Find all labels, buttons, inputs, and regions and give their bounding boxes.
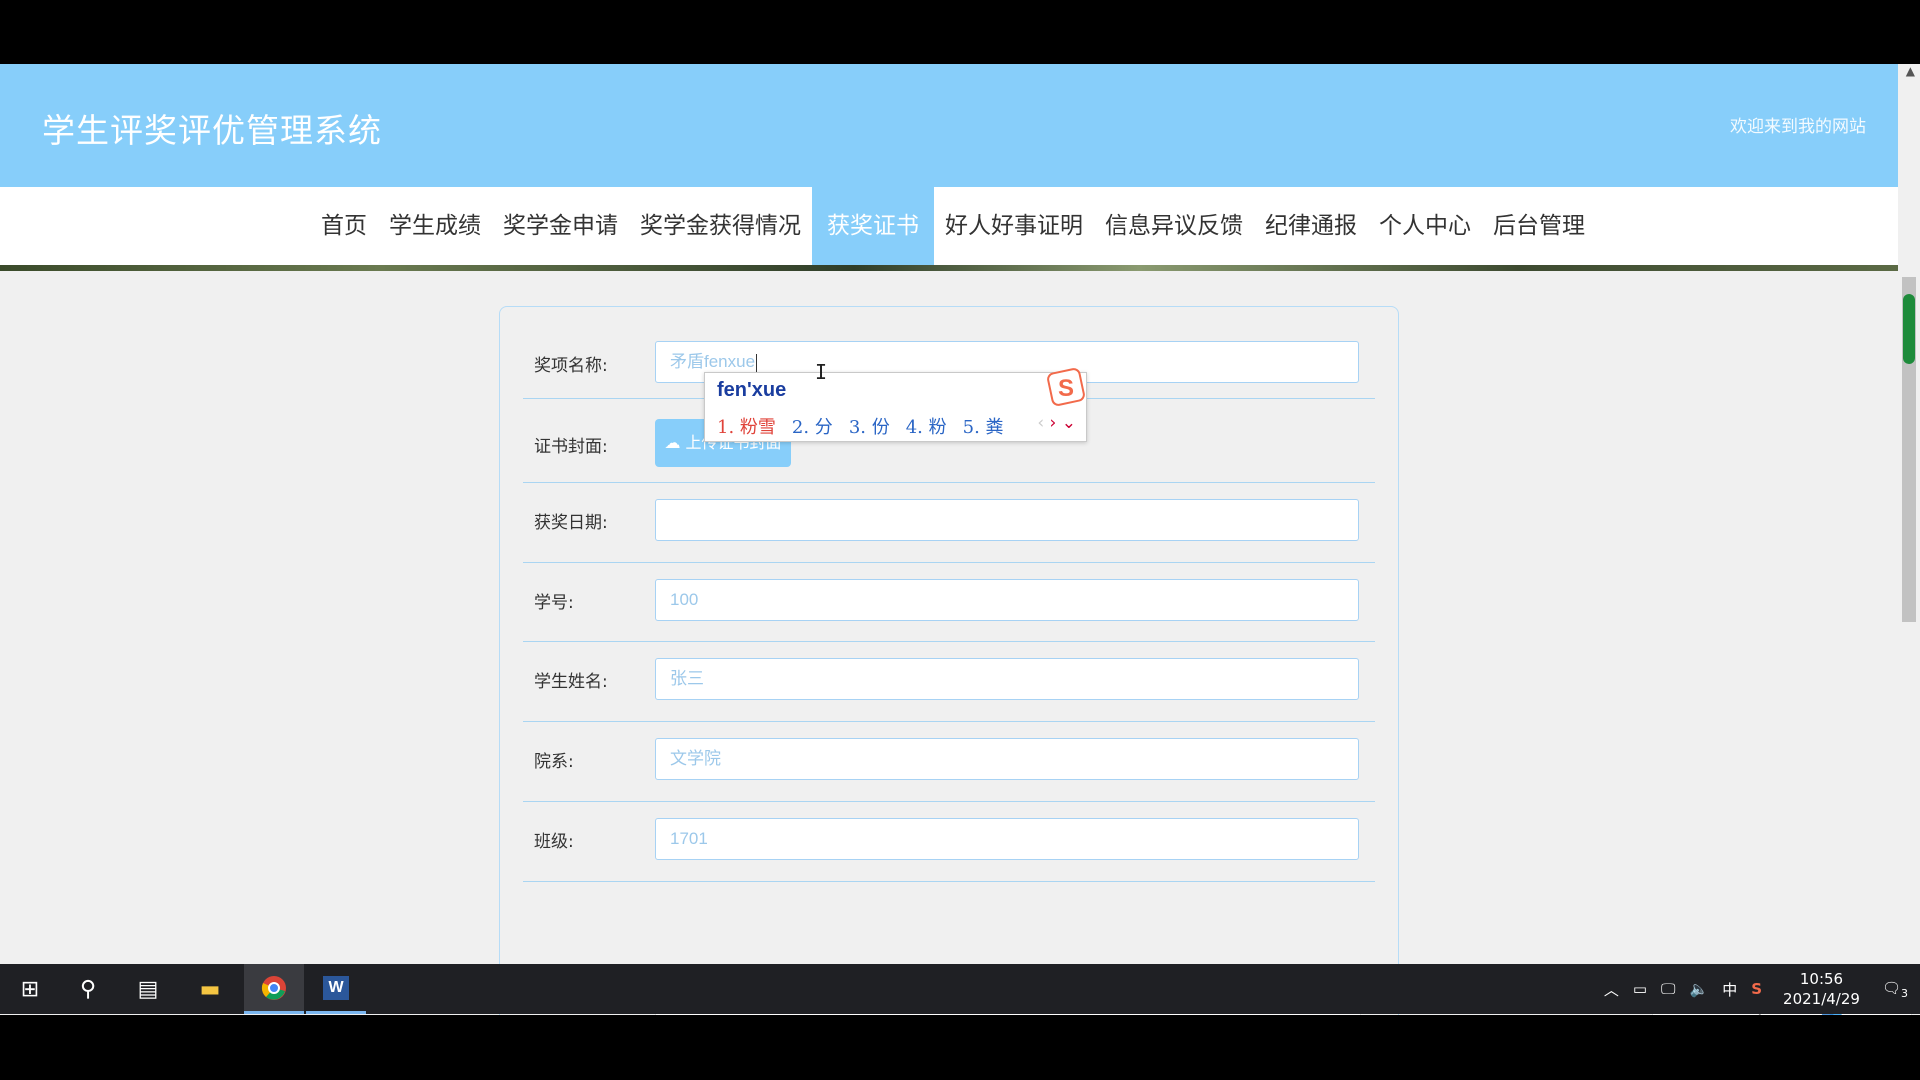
chevron-down-icon[interactable]: ⌄ [1062, 413, 1076, 433]
department-input[interactable]: 文学院 [655, 738, 1359, 780]
text-cursor-icon: I [815, 360, 828, 384]
main-nav: 首页 学生成绩 奖学金申请 奖学金获得情况 获奖证书 好人好事证明 信息异议反馈… [0, 187, 1898, 265]
browser-viewport: 学生评奖评优管理系统 欢迎来到我的网站 首页 学生成绩 奖学金申请 奖学金获得情… [0, 64, 1920, 1015]
form-row-student-no: 学号: 100 [523, 562, 1375, 642]
class-input[interactable]: 1701 [655, 818, 1359, 860]
class-label: 班级: [534, 832, 574, 852]
page-scrollbar[interactable]: ▲ [1898, 64, 1920, 1015]
notification-center-icon[interactable]: 🗨3 [1882, 979, 1908, 1000]
battery-icon[interactable]: ▭ [1633, 980, 1647, 998]
volume-icon[interactable]: 🔈 [1690, 980, 1709, 998]
ime-page-nav[interactable]: ‹ › ⌄ [1037, 413, 1076, 433]
form-row-department: 院系: 文学院 [523, 721, 1375, 802]
file-explorer-icon[interactable]: ▬ [180, 964, 240, 1014]
nav-item-scholarship-awarded[interactable]: 奖学金获得情况 [629, 187, 812, 265]
nav-item-feedback[interactable]: 信息异议反馈 [1094, 187, 1254, 265]
form-row-class: 班级: 1701 [523, 801, 1375, 882]
nav-item-certificates[interactable]: 获奖证书 [812, 187, 934, 265]
network-icon[interactable]: 🖵 [1661, 980, 1675, 998]
ime-candidate[interactable]: 5. 粪 [963, 413, 1004, 439]
notification-count: 3 [1901, 986, 1908, 1000]
department-label: 院系: [534, 752, 574, 772]
clock-time: 10:56 [1799, 970, 1844, 988]
student-name-label: 学生姓名: [534, 672, 608, 692]
nav-item-admin[interactable]: 后台管理 [1482, 187, 1596, 265]
chevron-up-icon[interactable]: ︿ [1604, 979, 1619, 1000]
chevron-right-icon[interactable]: › [1050, 413, 1057, 433]
ime-candidate[interactable]: 4. 粉 [906, 413, 947, 439]
award-name-label: 奖项名称: [534, 356, 608, 376]
site-header: 学生评奖评优管理系统 欢迎来到我的网站 [0, 64, 1898, 187]
nav-item-discipline[interactable]: 纪律通报 [1254, 187, 1368, 265]
date-label: 获奖日期: [534, 513, 608, 533]
form-row-student-name: 学生姓名: 张三 [523, 641, 1375, 722]
scroll-up-arrow-icon[interactable]: ▲ [1906, 64, 1915, 78]
search-icon[interactable]: ⚲ [58, 964, 118, 1014]
cloud-upload-icon: ☁ [664, 433, 681, 452]
ime-candidates: 1. 粉雪 2. 分 3. 份 4. 粉 5. 粪 [717, 413, 1020, 439]
windows-start-icon[interactable]: ⊞ [0, 964, 60, 1014]
student-name-input[interactable]: 张三 [655, 658, 1359, 700]
nav-item-scholarship-apply[interactable]: 奖学金申请 [492, 187, 629, 265]
input-language[interactable]: 中 [1722, 979, 1737, 1000]
award-date-input[interactable] [655, 499, 1359, 541]
site-title: 学生评奖评优管理系统 [42, 111, 382, 150]
chevron-left-icon[interactable]: ‹ [1037, 413, 1044, 433]
svg-text:S: S [1058, 375, 1074, 402]
ime-candidate[interactable]: 3. 份 [849, 413, 890, 439]
windows-taskbar: ⊞ ⚲ ▤ ▬ W ︿ ▭ 🖵 🔈 中 S 10:56 2021/4/29 🗨3 [0, 964, 1920, 1014]
sogou-logo-icon: S [1047, 368, 1085, 406]
task-view-icon[interactable]: ▤ [118, 964, 178, 1014]
nav-item-home[interactable]: 首页 [310, 187, 378, 265]
word-icon[interactable]: W [306, 964, 366, 1014]
form-row-date: 获奖日期: [523, 482, 1375, 563]
system-tray: ︿ ▭ 🖵 🔈 中 S 10:56 2021/4/29 🗨3 [1597, 964, 1920, 1014]
clock[interactable]: 10:56 2021/4/29 [1783, 969, 1860, 1009]
sogou-tray-icon[interactable]: S [1751, 980, 1762, 998]
ime-composition: fen'xue [717, 379, 787, 401]
nav-item-grades[interactable]: 学生成绩 [378, 187, 492, 265]
ime-candidate-window: fen'xue S 1. 粉雪 2. 分 3. 份 4. 粉 5. 粪 ‹ › … [704, 368, 1087, 442]
scroll-indicator [1903, 294, 1915, 364]
nav-item-profile[interactable]: 个人中心 [1368, 187, 1482, 265]
ime-candidate[interactable]: 1. 粉雪 [717, 413, 776, 439]
chrome-icon[interactable] [244, 964, 304, 1014]
clock-date: 2021/4/29 [1783, 990, 1860, 1008]
banner-image-strip [0, 265, 1898, 271]
ime-candidate[interactable]: 2. 分 [792, 413, 833, 439]
student-no-input[interactable]: 100 [655, 579, 1359, 621]
welcome-text: 欢迎来到我的网站 [1730, 117, 1866, 137]
nav-item-good-deeds[interactable]: 好人好事证明 [934, 187, 1094, 265]
cover-label: 证书封面: [534, 437, 608, 457]
student-no-label: 学号: [534, 593, 574, 613]
